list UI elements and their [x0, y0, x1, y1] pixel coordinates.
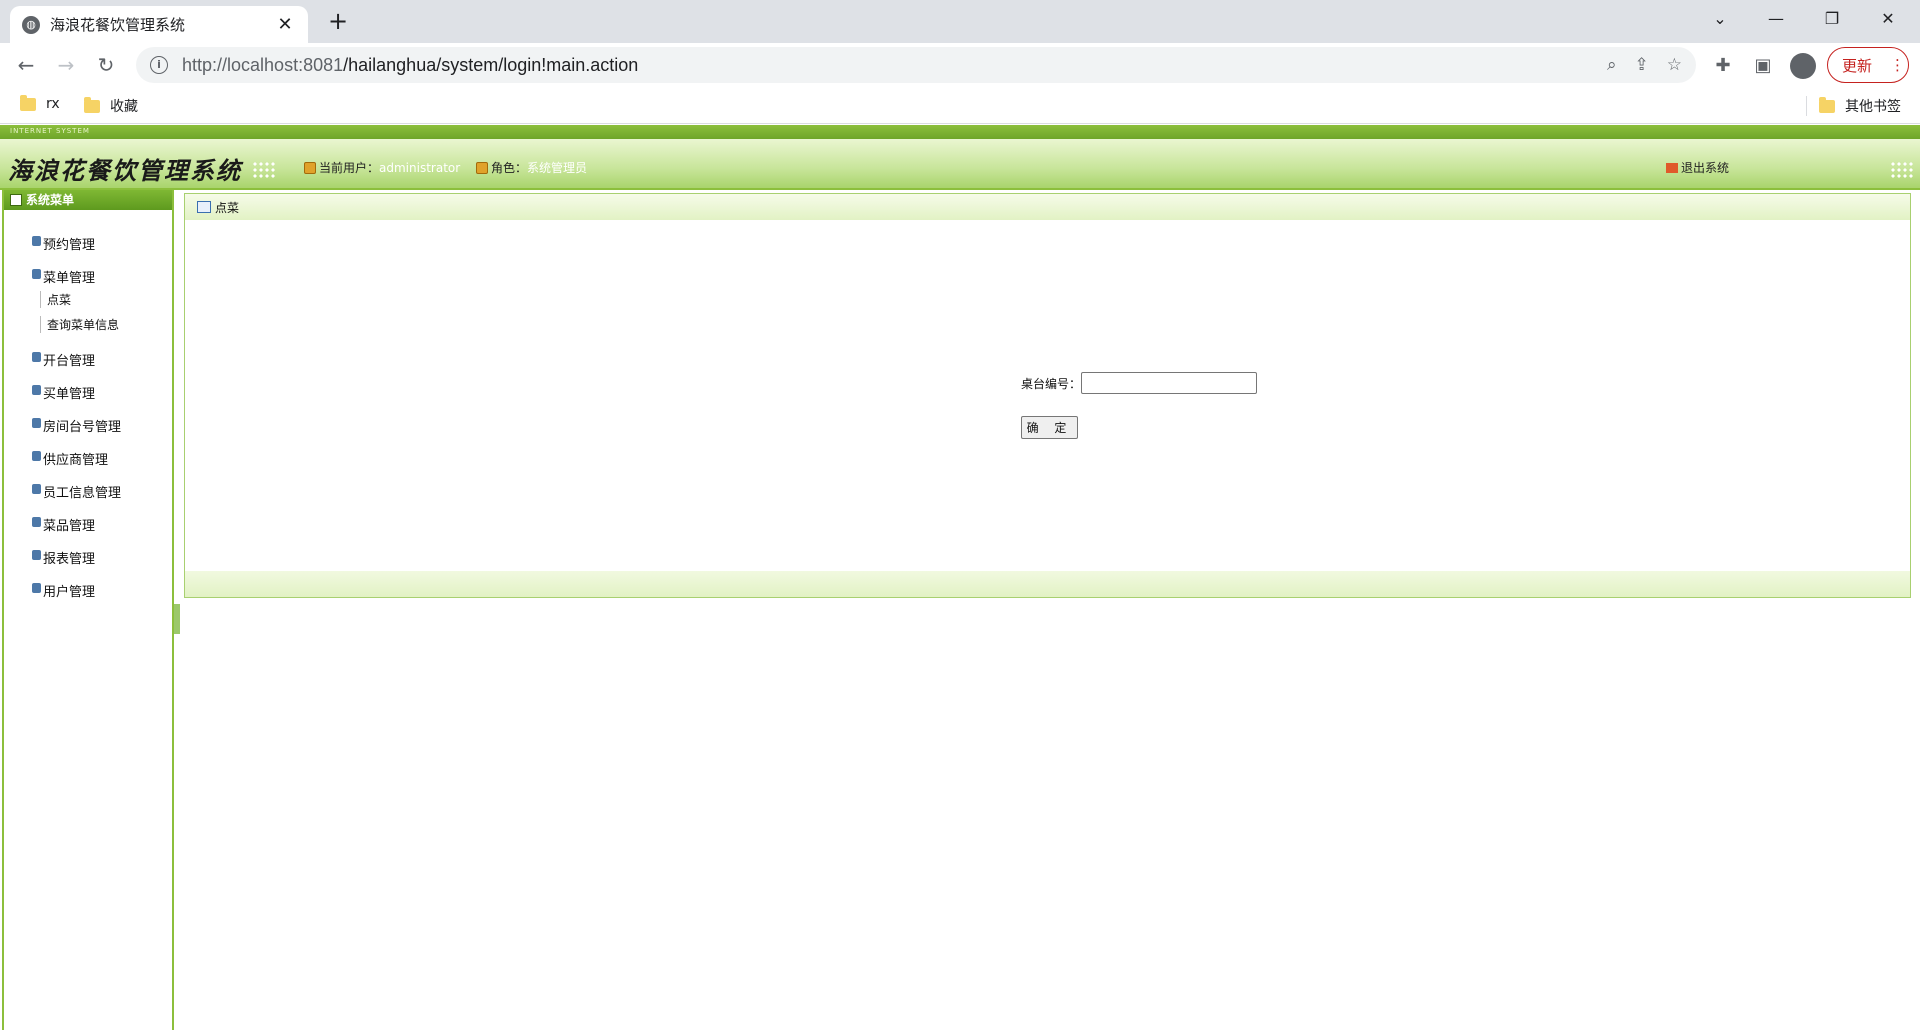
order-panel: 点菜 桌台编号： 确 定 — [184, 193, 1911, 598]
update-button[interactable]: 更新 ⋮ — [1827, 47, 1909, 83]
share-icon[interactable]: ⇪ — [1635, 55, 1649, 75]
lock-icon — [32, 235, 41, 246]
tab-title: 海浪花餐饮管理系统 — [50, 16, 186, 34]
current-user-name: administrator — [379, 160, 461, 175]
menu-kebab-icon: ⋮ — [1890, 56, 1906, 74]
app-top-band: INTERNET SYSTEM — [0, 125, 1920, 139]
sidebar-item-rooms[interactable]: 房间台号管理 — [32, 416, 121, 435]
internet-system-tag: INTERNET SYSTEM — [10, 127, 90, 135]
tab-search-icon[interactable]: ⌄ — [1692, 0, 1748, 38]
sidebar-item-checkout[interactable]: 买单管理 — [32, 383, 95, 402]
lock-icon — [32, 384, 41, 395]
forward-icon[interactable]: → — [50, 49, 82, 81]
decor-dots — [252, 161, 276, 179]
user-lock-icon — [304, 161, 316, 174]
lock-icon — [32, 582, 41, 593]
sidebar-item-dishes[interactable]: 菜品管理 — [32, 515, 95, 534]
new-tab-button[interactable]: + — [324, 6, 352, 36]
sidebar-item-reservation[interactable]: 预约管理 — [32, 234, 95, 253]
folder-icon — [1819, 96, 1835, 113]
current-user-info: 当前用户： administrator — [304, 159, 460, 176]
lock-icon — [32, 549, 41, 560]
lock-icon — [32, 268, 41, 279]
lock-icon — [32, 483, 41, 494]
back-icon[interactable]: ← — [10, 49, 42, 81]
other-bookmarks[interactable]: 其他书签 — [1806, 96, 1901, 116]
submenu-query-menu[interactable]: 查询菜单信息 — [40, 316, 119, 333]
side-panel-icon[interactable]: ▣ — [1750, 53, 1776, 79]
zoom-icon[interactable]: ⌕ — [1607, 55, 1617, 75]
confirm-button[interactable]: 确 定 — [1021, 416, 1078, 439]
url-text: http://localhost:8081/hailanghua/system/… — [182, 54, 639, 75]
app-header: 海浪花餐饮管理系统 当前用户： administrator 角色： 系统管理员 … — [0, 139, 1920, 190]
sidebar-item-menu[interactable]: 菜单管理 — [32, 267, 95, 286]
panel-footer — [185, 571, 1910, 597]
sidebar-item-suppliers[interactable]: 供应商管理 — [32, 449, 108, 468]
table-number-input[interactable] — [1081, 372, 1257, 394]
sidebar-item-staff[interactable]: 员工信息管理 — [32, 482, 121, 501]
lock-icon — [32, 516, 41, 527]
app-logo-title: 海浪花餐饮管理系统 — [8, 156, 242, 185]
sidebar-item-open-table[interactable]: 开台管理 — [32, 350, 95, 369]
tab-strip: ◍ 海浪花餐饮管理系统 ✕ + ⌄ — ❐ ✕ — [0, 0, 1920, 43]
reload-icon[interactable]: ↻ — [90, 49, 122, 81]
update-label: 更新 — [1842, 56, 1873, 75]
lock-icon — [32, 450, 41, 461]
bookmark-folder-favorites[interactable]: 收藏 — [84, 96, 138, 116]
browser-toolbar: ← → ↻ i http://localhost:8081/hailanghua… — [0, 43, 1920, 88]
sidebar-header: 系统菜单 — [4, 190, 172, 210]
logout-link[interactable]: 退出系统 — [1666, 159, 1729, 176]
minimize-icon[interactable]: — — [1748, 0, 1804, 38]
bookmark-folder-rx[interactable]: rx — [20, 94, 60, 112]
profile-avatar[interactable] — [1790, 53, 1816, 79]
role-icon — [476, 161, 488, 174]
sidebar-item-reports[interactable]: 报表管理 — [32, 548, 95, 567]
role-name: 系统管理员 — [527, 161, 588, 175]
system-menu-sidebar: 系统菜单 预约管理 菜单管理 点菜 查询菜单信息 开台管理 买单管理 房间台号管… — [2, 190, 174, 1030]
sidebar-splitter-handle[interactable] — [174, 604, 180, 634]
lock-icon — [32, 351, 41, 362]
logout-icon — [1666, 162, 1678, 173]
bookmarks-bar: rx 收藏 其他书签 — [0, 88, 1920, 124]
bookmark-star-icon[interactable]: ☆ — [1667, 55, 1682, 75]
sidebar-item-users[interactable]: 用户管理 — [32, 581, 95, 600]
tab-close-icon[interactable]: ✕ — [274, 14, 296, 35]
table-number-label: 桌台编号： — [1021, 377, 1082, 391]
panel-header: 点菜 — [185, 194, 1910, 220]
folder-icon — [20, 94, 36, 111]
extensions-icon[interactable]: ✚ — [1710, 53, 1736, 79]
role-info: 角色： 系统管理员 — [476, 159, 587, 176]
address-bar[interactable]: i http://localhost:8081/hailanghua/syste… — [136, 47, 1696, 83]
panel-title: 点菜 — [215, 200, 240, 215]
folder-icon — [84, 96, 100, 113]
window-icon — [197, 201, 211, 213]
globe-icon: ◍ — [22, 15, 40, 34]
close-window-icon[interactable]: ✕ — [1860, 0, 1916, 38]
submenu-order-dishes[interactable]: 点菜 — [40, 291, 71, 308]
decor-dots — [1890, 161, 1914, 179]
lock-icon — [32, 417, 41, 428]
restore-icon[interactable]: ❐ — [1804, 0, 1860, 38]
edit-icon — [10, 194, 22, 206]
site-info-icon[interactable]: i — [150, 56, 168, 74]
browser-tab[interactable]: ◍ 海浪花餐饮管理系统 ✕ — [10, 6, 308, 43]
